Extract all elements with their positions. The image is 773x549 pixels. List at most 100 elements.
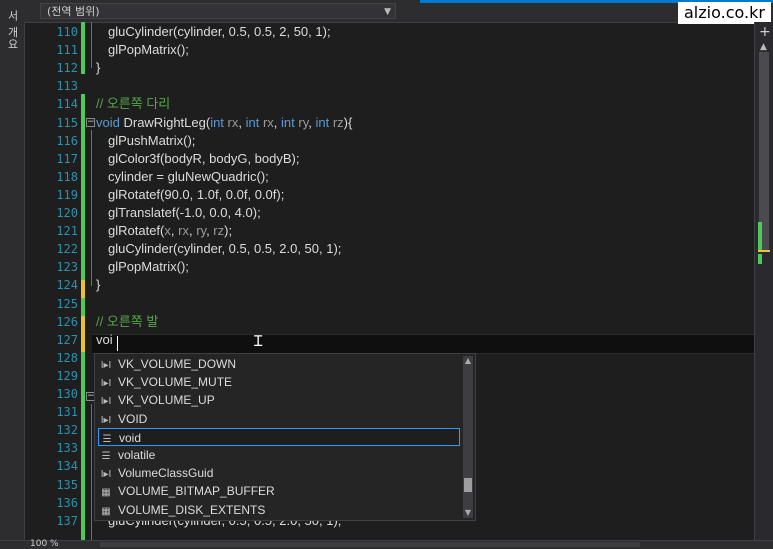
scroll-down-icon[interactable]: ▼ [463, 508, 473, 518]
code-line: gluCylinder(cylinder, 0.5, 0.5, 2, 50, 1… [108, 24, 331, 39]
line-number: 119 [56, 188, 78, 202]
line-number: 122 [56, 242, 78, 256]
code-token: rz [213, 223, 225, 238]
autocomplete-item-label: VOID [118, 411, 148, 426]
autocomplete-item[interactable]: I▸I VolumeClassGuid [98, 464, 460, 482]
line-number: 136 [56, 496, 78, 510]
line-number: 113 [56, 79, 78, 93]
saved-change-bar [81, 94, 85, 280]
line-number: 129 [56, 369, 78, 383]
scroll-up-icon[interactable]: ▲ [760, 42, 767, 52]
line-number: 123 [56, 260, 78, 274]
collapse-toggle[interactable]: − [86, 118, 95, 127]
current-line-highlight [92, 334, 754, 354]
code-token: int [210, 115, 224, 130]
scroll-thumb[interactable] [464, 478, 472, 492]
line-number: 124 [56, 278, 78, 292]
autocomplete-item[interactable]: I▸I VK_VOLUME_UP [98, 391, 460, 409]
side-panel-label: 서 개요 [6, 10, 19, 51]
code-line: glPopMatrix(); [108, 42, 189, 57]
line-number: 128 [56, 351, 78, 365]
change-marker [758, 222, 762, 252]
editor-vertical-scrollbar[interactable]: + ▲ [754, 22, 773, 540]
saved-change-bar [81, 352, 85, 542]
code-token: ry [196, 223, 207, 238]
saved-change-bar [81, 298, 85, 316]
code-line: gluCylinder(cylinder, 0.5, 0.5, 2.0, 50,… [108, 241, 342, 256]
line-number: 110 [56, 25, 78, 39]
autocomplete-item[interactable]: ☰ volatile [98, 446, 460, 464]
code-line: glRotatef(x, rx, ry, rz); [108, 222, 232, 240]
outline-guide [91, 22, 92, 68]
autocomplete-item[interactable]: ▦ VOLUME_BITMAP_BUFFER [98, 482, 460, 500]
code-line: glPopMatrix(); [108, 259, 189, 274]
code-token: DrawRightLeg( [119, 115, 211, 130]
line-number: 117 [56, 152, 78, 166]
code-line: } [96, 60, 101, 75]
code-token: int [281, 115, 295, 130]
autocomplete-item-label: volatile [118, 448, 156, 462]
split-window-icon[interactable]: + [759, 24, 771, 40]
function-signature: void DrawRightLeg(int rx, int rx, int ry… [96, 114, 352, 132]
navigation-bar: (전역 범위) ▼ [24, 0, 773, 23]
autocomplete-scrollbar[interactable]: ▲ ▼ [463, 356, 473, 518]
side-panel-tab[interactable]: 서 개요 [0, 0, 25, 548]
code-token: ry [294, 115, 309, 130]
line-number: 111 [56, 43, 78, 57]
autocomplete-item[interactable]: I▸I VOID [98, 410, 460, 428]
code-token: glRotatef( [108, 223, 165, 238]
autocomplete-item[interactable]: ▦ VOLUME_DISK_EXTENTS [98, 501, 460, 519]
autocomplete-item[interactable]: I▸I VK_VOLUME_MUTE [98, 373, 460, 391]
horizontal-scrollbar[interactable] [100, 542, 640, 547]
text-caret [117, 336, 118, 351]
code-token: void [96, 115, 120, 130]
struct-icon: ▦ [101, 505, 111, 517]
chevron-down-icon: ▼ [384, 7, 391, 17]
code-line: glRotatef(90.0, 1.0f, 0.0f, 0.0f); [108, 187, 285, 202]
autocomplete-item-label: void [119, 430, 142, 445]
autocomplete-item-label: VOLUME_BITMAP_BUFFER [118, 484, 275, 499]
code-token: rx [223, 115, 239, 130]
line-number: 131 [56, 405, 78, 419]
line-number: 127 [56, 333, 78, 347]
change-marker [758, 254, 762, 264]
caret-position-marker [758, 250, 770, 252]
code-token: ); [224, 223, 233, 238]
autocomplete-item-label: VK_VOLUME_MUTE [118, 375, 233, 390]
autocomplete-list[interactable]: I▸I VK_VOLUME_DOWN I▸I VK_VOLUME_MUTE I▸I VK_… [94, 353, 476, 521]
autocomplete-item[interactable]: I▸I VK_VOLUME_DOWN [98, 355, 460, 373]
code-line: } [96, 277, 101, 292]
line-number: 114 [56, 97, 78, 111]
outline-guide [91, 130, 92, 286]
line-number: 118 [56, 170, 78, 184]
scope-dropdown-value: (전역 범위) [47, 5, 100, 18]
code-token: , [238, 115, 246, 130]
code-line: glPushMatrix(); [108, 133, 196, 148]
line-number: 125 [56, 297, 78, 311]
line-number: 121 [56, 224, 78, 238]
code-token: int [315, 115, 330, 130]
scope-dropdown[interactable]: (전역 범위) ▼ [40, 3, 396, 19]
unsaved-change-bar [81, 316, 85, 352]
code-comment: // 오른쪽 다리 [96, 96, 171, 111]
line-number: 130 [56, 387, 78, 401]
ibeam-cursor-icon: Ɪ [254, 332, 263, 350]
line-number: 134 [56, 459, 78, 473]
autocomplete-item-label: VK_VOLUME_DOWN [118, 357, 237, 371]
line-number: 112 [56, 61, 78, 75]
code-token: rx [259, 115, 274, 130]
line-number: 126 [56, 315, 78, 329]
code-line: glColor3f(bodyR, bodyG, bodyB); [108, 151, 300, 166]
code-comment: // 오른쪽 발 [96, 314, 159, 329]
autocomplete-item[interactable]: ☰ void [98, 427, 460, 446]
line-number: 116 [56, 134, 78, 148]
line-number: 120 [56, 206, 78, 220]
code-line: voi [96, 332, 113, 347]
autocomplete-item-label: VOLUME_DISK_EXTENTS [118, 502, 266, 517]
code-line: cylinder = gluNewQuadric(); [108, 169, 269, 184]
autocomplete-item-label: VK_VOLUME_UP [118, 393, 215, 408]
line-number: 135 [56, 478, 78, 492]
code-token: rz [329, 115, 344, 130]
code-token: rx [178, 223, 189, 238]
scroll-up-icon[interactable]: ▲ [463, 356, 473, 366]
